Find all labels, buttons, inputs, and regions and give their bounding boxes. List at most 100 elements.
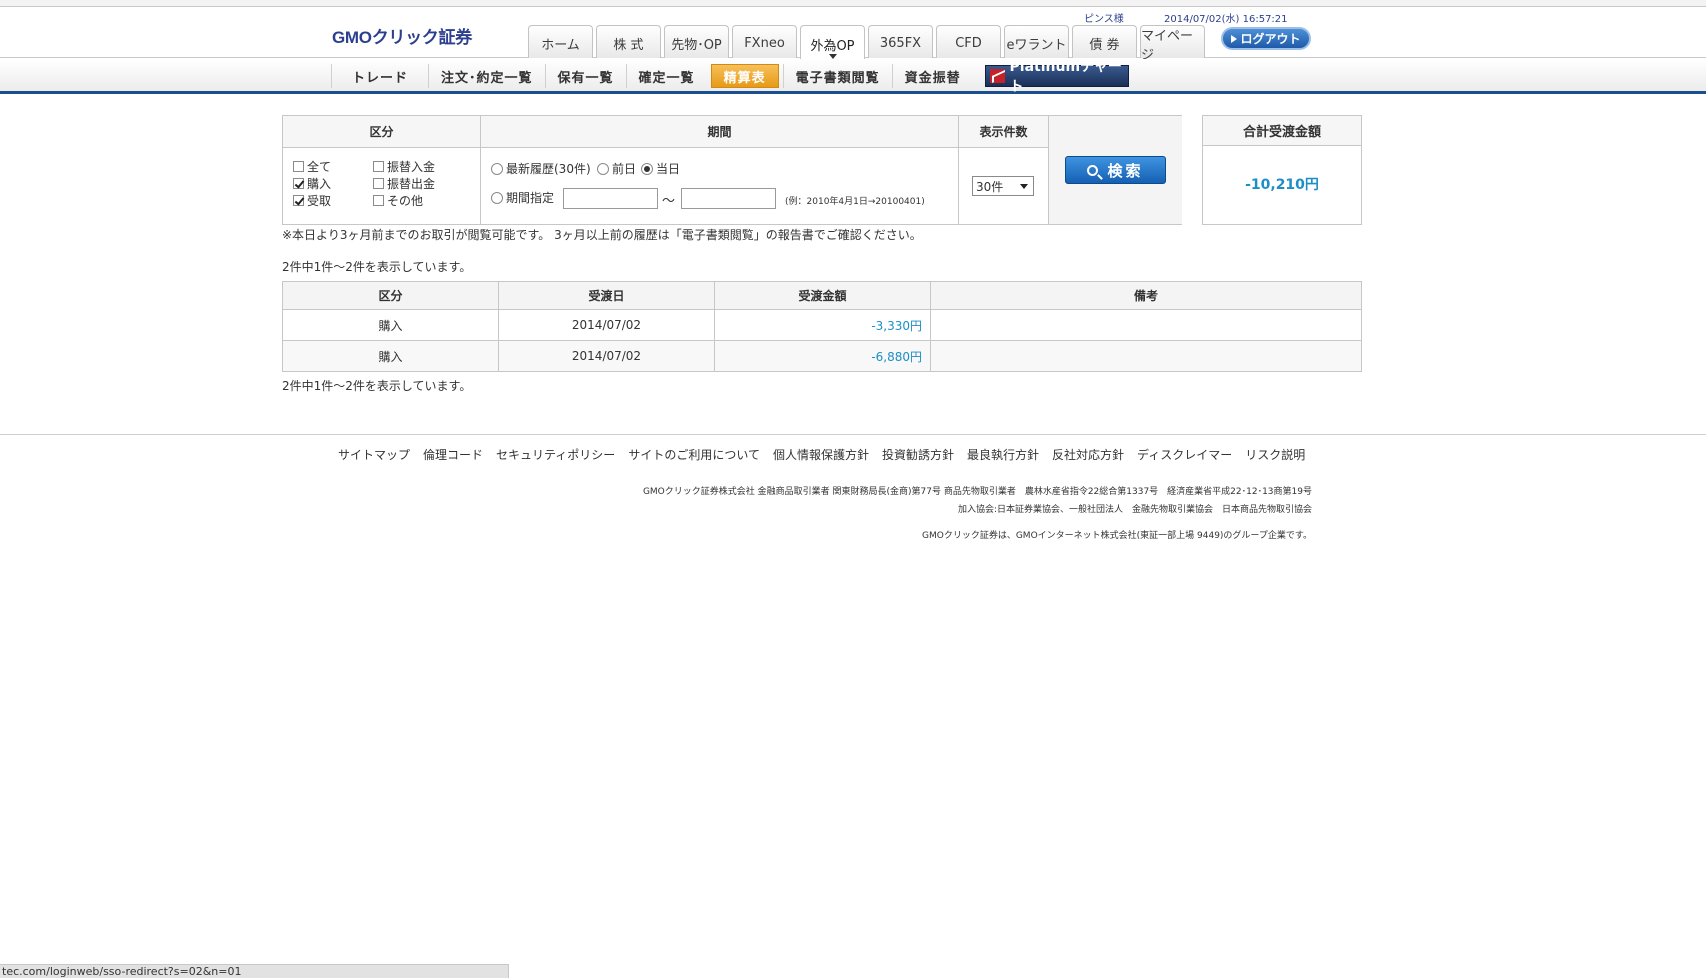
checkbox-purchase-box[interactable] [293, 178, 304, 189]
checkbox-transfer-in[interactable]: 振替入金 [373, 158, 435, 175]
sub-navigation: トレード 注文･約定一覧 保有一覧 確定一覧 精算表 電子書類閲覧 資金振替 P… [0, 59, 1706, 95]
row-delivery-amount: -6,880円 [714, 340, 931, 372]
footer-link-sitemap[interactable]: サイトマップ [338, 446, 410, 463]
checkbox-all-box[interactable] [293, 161, 304, 172]
date-to-input[interactable] [681, 188, 776, 209]
gmo-click-logo[interactable]: GMOクリック証券 [332, 23, 472, 48]
period-column: 期間 最新履歴(30件) 前日 当日 期間指定 ～ (例：2010年4月1日→2… [481, 116, 959, 224]
result-count-top: 2件中1件～2件を表示しています。 [282, 260, 472, 274]
tab-ewarrant[interactable]: eワラント [1004, 25, 1069, 58]
row-delivery-date: 2014/07/02 [498, 309, 715, 341]
row-kubun: 購入 [282, 309, 499, 341]
table-row: 購入 2014/07/02 -3,330円 [282, 309, 1362, 341]
platinum-chart-button[interactable]: Platinumチャート [984, 59, 1129, 95]
footer-link-ethics-code[interactable]: 倫理コード [423, 446, 483, 463]
checkbox-all[interactable]: 全て [293, 158, 331, 175]
chart-icon [989, 69, 1005, 83]
row-kubun: 購入 [282, 340, 499, 372]
checkbox-purchase[interactable]: 購入 [293, 175, 331, 192]
legal-registration: GMOクリック証券株式会社 金融商品取引業者 関東財務局長(金商)第77号 商品… [642, 487, 1312, 497]
tab-365fx[interactable]: 365FX [868, 25, 933, 58]
tab-cfd[interactable]: CFD [936, 25, 1001, 58]
total-amount-header: 合計受渡金額 [1203, 116, 1361, 146]
range-separator: ～ [662, 194, 676, 209]
count-header: 表示件数 [959, 116, 1048, 148]
row-remarks [930, 309, 1362, 341]
row-remarks [930, 340, 1362, 372]
checkbox-other-label: その他 [387, 194, 424, 208]
tab-home[interactable]: ホーム [528, 25, 593, 58]
current-datetime: 2014/07/02(水) 16:57:21 [1164, 14, 1288, 25]
table-row: 購入 2014/07/02 -6,880円 [282, 340, 1362, 372]
legal-associations: 加入協会:日本証券業協会、一般社団法人 金融先物取引業協会 日本商品先物取引協会 [957, 505, 1312, 515]
footer-link-best-execution[interactable]: 最良執行方針 [967, 446, 1039, 463]
search-button[interactable]: 検索 [1065, 156, 1166, 184]
statement-table: 区分 受渡日 受渡金額 備考 購入 2014/07/02 -3,330円 購入 … [282, 281, 1362, 372]
subnav-e-documents[interactable]: 電子書類閲覧 [782, 64, 892, 88]
header-kubun: 区分 [282, 281, 499, 310]
row-delivery-date: 2014/07/02 [498, 340, 715, 372]
row-delivery-amount: -3,330円 [714, 309, 931, 341]
radio-today-label: 当日 [656, 162, 681, 176]
date-from-input[interactable] [563, 188, 658, 209]
tab-bonds[interactable]: 債 券 [1072, 25, 1137, 58]
tab-mypage[interactable]: マイページ [1140, 25, 1205, 63]
tab-fx-op[interactable]: 外為OP [800, 25, 865, 60]
subnav-orders[interactable]: 注文･約定一覧 [428, 64, 545, 88]
search-filter-panel: 区分 全て 購入 受取 振替入金 振替出金 その他 期間 最新履歴(30件) 前… [282, 115, 1182, 225]
count-column: 表示件数 30件 [959, 116, 1049, 224]
kubun-column: 区分 全て 購入 受取 振替入金 振替出金 その他 [283, 116, 481, 224]
display-count-select[interactable]: 30件 [972, 176, 1034, 196]
radio-date-range-label: 期間指定 [506, 191, 555, 205]
checkbox-receipt[interactable]: 受取 [293, 192, 331, 209]
radio-previous-day-dot[interactable] [597, 162, 609, 175]
radio-today[interactable]: 当日 [641, 160, 680, 177]
search-icon [1087, 164, 1099, 176]
period-header: 期間 [481, 116, 958, 148]
tab-fx-op-label: 外為OP [810, 39, 855, 54]
footer-link-site-usage[interactable]: サイトのご利用について [628, 446, 760, 463]
browser-top-strip [0, 0, 1706, 7]
footer-link-solicitation-policy[interactable]: 投資勧誘方針 [882, 446, 954, 463]
checkbox-other[interactable]: その他 [373, 192, 423, 209]
table-header-row: 区分 受渡日 受渡金額 備考 [282, 281, 1362, 310]
tab-futures-op[interactable]: 先物･OP [664, 25, 729, 58]
footer-link-privacy-policy[interactable]: 個人情報保護方針 [773, 446, 869, 463]
radio-previous-day[interactable]: 前日 [597, 160, 636, 177]
radio-today-dot[interactable] [641, 162, 653, 175]
tab-fxneo[interactable]: FXneo [732, 25, 797, 58]
subnav-settled[interactable]: 確定一覧 [625, 64, 707, 88]
logout-label: ログアウト [1240, 32, 1301, 46]
radio-latest-dot[interactable] [491, 162, 503, 175]
footer-link-disclaimer[interactable]: ディスクレイマー [1137, 446, 1232, 463]
checkbox-transfer-out[interactable]: 振替出金 [373, 175, 435, 192]
radio-date-range[interactable]: 期間指定 [491, 189, 554, 206]
subnav-fund-transfer[interactable]: 資金振替 [891, 64, 973, 88]
radio-date-range-dot[interactable] [491, 191, 503, 204]
checkbox-other-box[interactable] [373, 195, 384, 206]
footer-link-antisocial-policy[interactable]: 反社対応方針 [1052, 446, 1124, 463]
search-button-label: 検索 [1107, 161, 1144, 180]
checkbox-transfer-out-box[interactable] [373, 178, 384, 189]
subnav-trade[interactable]: トレード [331, 64, 428, 88]
display-count-value: 30件 [976, 179, 1004, 194]
radio-latest-label: 最新履歴(30件) [506, 162, 591, 176]
header-delivery-amount: 受渡金額 [714, 281, 931, 310]
logout-button[interactable]: ログアウト [1221, 27, 1311, 50]
header-delivery-date: 受渡日 [498, 281, 715, 310]
radio-latest[interactable]: 最新履歴(30件) [491, 160, 591, 177]
main-tabs: ホーム 株 式 先物･OP FXneo 外為OP 365FX CFD eワラント… [528, 25, 1208, 63]
checkbox-transfer-in-box[interactable] [373, 161, 384, 172]
footer-link-risk-explanation[interactable]: リスク説明 [1245, 446, 1305, 463]
footer-links: サイトマップ 倫理コード セキュリティポリシー サイトのご利用について 個人情報… [338, 446, 1318, 463]
total-amount-value: -10,210円 [1245, 177, 1319, 193]
header-remarks: 備考 [930, 281, 1362, 310]
footer-link-security-policy[interactable]: セキュリティポリシー [496, 446, 615, 463]
platinum-chart-label: Platinumチャート [1009, 59, 1122, 95]
subnav-holdings[interactable]: 保有一覧 [544, 64, 626, 88]
date-format-example: (例：2010年4月1日→20100401) [785, 197, 925, 207]
subnav-statement[interactable]: 精算表 [710, 64, 779, 88]
checkbox-receipt-box[interactable] [293, 195, 304, 206]
tab-stocks[interactable]: 株 式 [596, 25, 661, 58]
checkbox-transfer-in-label: 振替入金 [387, 160, 436, 174]
